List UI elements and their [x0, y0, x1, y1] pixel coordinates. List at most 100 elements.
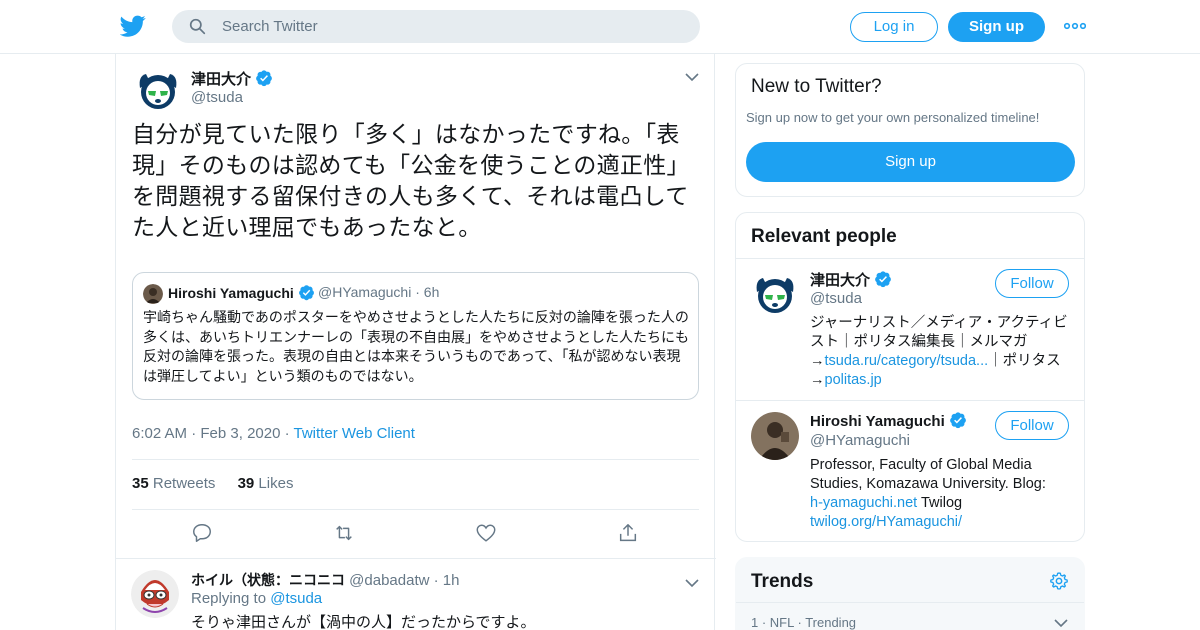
- author-name[interactable]: 津田大介: [191, 68, 273, 89]
- verified-badge-icon: [949, 412, 966, 429]
- tweet-date[interactable]: Feb 3, 2020: [200, 425, 280, 442]
- person-name[interactable]: Hiroshi Yamaguchi: [810, 411, 967, 430]
- verified-badge-icon: [256, 70, 272, 87]
- bio-link[interactable]: politas.jp: [825, 372, 882, 388]
- bio-text: Professor, Faculty of Global Media Studi…: [810, 457, 1046, 492]
- trend-status: Trending: [805, 615, 857, 630]
- share-icon[interactable]: [617, 522, 639, 544]
- bio-link[interactable]: twilog.org/HYamaguchi/: [810, 514, 962, 530]
- chevron-down-icon[interactable]: [1054, 618, 1068, 628]
- divider: [132, 459, 699, 460]
- mask-avatar-icon: [131, 570, 179, 618]
- follow-button[interactable]: Follow: [995, 269, 1069, 298]
- replying-to: Replying to @tsuda: [191, 590, 322, 607]
- chevron-down-icon[interactable]: [685, 72, 699, 82]
- bio-text: ジャーナリスト／メディア・アクティビスト｜ポリタス編集長｜メルマガ: [810, 315, 1068, 350]
- quote-author-name-text: Hiroshi Yamaguchi: [168, 285, 294, 301]
- reply-tweet[interactable]: ホイル（状態：ニコニコ @dabadatw · 1h Replying to @…: [116, 558, 716, 630]
- quote-meta: @HYamaguchi · 6h: [318, 284, 440, 300]
- tweet-time[interactable]: 6:02 AM: [132, 425, 187, 442]
- avatar[interactable]: [134, 66, 182, 114]
- reply-icon[interactable]: [191, 522, 213, 544]
- trend-rank: 1: [751, 615, 759, 630]
- top-navigation-bar: Log in Sign up: [0, 0, 1200, 54]
- likes-count: 39: [237, 475, 255, 492]
- new-to-twitter-title: New to Twitter?: [751, 76, 882, 97]
- search-box[interactable]: [172, 10, 700, 43]
- like-heart-icon[interactable]: [475, 522, 497, 544]
- replying-to-label: Replying to: [191, 590, 267, 607]
- login-button[interactable]: Log in: [850, 12, 938, 42]
- trend-item[interactable]: 1 · NFL · Trending: [751, 615, 856, 630]
- quote-author-name: Hiroshi Yamaguchi: [168, 284, 315, 301]
- tweet-column: 津田大介 @tsuda 自分が見ていた限り「多く」はなかったですね。「表現」その…: [115, 54, 716, 630]
- quote-handle: @HYamaguchi: [318, 284, 412, 300]
- divider: [132, 509, 699, 510]
- person-handle[interactable]: @HYamaguchi: [810, 432, 910, 449]
- sidebar-signup-button[interactable]: Sign up: [746, 142, 1075, 182]
- twitter-bird-logo-icon[interactable]: [120, 13, 146, 39]
- tweet-text: 自分が見ていた限り「多く」はなかったですね。「表現」そのものは認めても「公金を使…: [132, 122, 690, 241]
- gear-icon[interactable]: [1049, 571, 1069, 591]
- author-name-text: 津田大介: [191, 70, 252, 88]
- new-to-twitter-subtitle: Sign up now to get your own personalized…: [746, 110, 1040, 125]
- replying-to-handle-link[interactable]: @tsuda: [270, 590, 322, 607]
- reply-handle[interactable]: @dabadatw: [349, 572, 429, 589]
- retweets-count: 35: [132, 475, 149, 492]
- reply-author-name[interactable]: ホイル（状態：ニコニコ: [191, 573, 345, 589]
- trends-card: Trends 1 · NFL · Trending: [735, 557, 1085, 630]
- trend-category: NFL: [769, 615, 794, 630]
- verified-badge-icon: [875, 271, 891, 288]
- retweets-stat[interactable]: 35 Retweets: [132, 475, 215, 492]
- bio-link[interactable]: tsuda.ru/category/tsuda...: [825, 353, 989, 369]
- tweet-actions: [116, 520, 716, 550]
- retweet-icon[interactable]: [333, 522, 355, 544]
- likes-stat[interactable]: 39 Likes: [238, 475, 294, 492]
- tweet-timestamp: 6:02 AM · Feb 3, 2020 · Twitter Web Clie…: [132, 425, 415, 442]
- bio-text: ｜ポリタス: [988, 353, 1061, 369]
- person-bio: ジャーナリスト／メディア・アクティビスト｜ポリタス編集長｜メルマガ →tsuda.…: [810, 314, 1075, 390]
- tweet-source-link[interactable]: Twitter Web Client: [294, 425, 415, 442]
- bio-text: Twilog: [920, 495, 963, 511]
- retweets-label: Retweets: [152, 475, 216, 492]
- person-name[interactable]: 津田大介: [810, 269, 892, 290]
- signup-button[interactable]: Sign up: [948, 12, 1045, 42]
- trends-title: Trends: [751, 571, 814, 592]
- reply-age[interactable]: 1h: [443, 572, 460, 589]
- relevant-people-card: Relevant people 津田大介 @tsuda Follow ジャーナリ…: [735, 212, 1085, 542]
- chevron-down-icon[interactable]: [685, 578, 699, 588]
- photo-avatar-icon: [751, 412, 799, 460]
- reply-avatar[interactable]: [131, 570, 179, 618]
- quote-text: 宇崎ちゃん騒動であのポスターをやめさせようとした人たちに反対の論陣を張った人の多…: [143, 310, 689, 385]
- verified-badge-icon: [298, 285, 314, 301]
- person-bio: Professor, Faculty of Global Media Studi…: [810, 456, 1075, 532]
- divider: [736, 602, 1084, 603]
- bio-link[interactable]: h-yamaguchi.net: [810, 495, 917, 511]
- avatar[interactable]: [751, 412, 799, 460]
- photo-avatar-icon: [143, 284, 163, 304]
- likes-label: Likes: [258, 475, 294, 492]
- person-handle[interactable]: @tsuda: [810, 290, 862, 307]
- author-handle[interactable]: @tsuda: [191, 89, 243, 106]
- person-item[interactable]: Hiroshi Yamaguchi @HYamaguchi Follow Pro…: [736, 401, 1084, 541]
- more-options-icon[interactable]: [1064, 18, 1086, 34]
- quoted-tweet[interactable]: Hiroshi Yamaguchi @HYamaguchi · 6h 宇崎ちゃん…: [132, 272, 699, 400]
- person-name-text: 津田大介: [810, 271, 871, 289]
- napster-avatar-icon: [751, 270, 799, 318]
- bio-arrow: →: [810, 353, 825, 369]
- person-item[interactable]: 津田大介 @tsuda Follow ジャーナリスト／メディア・アクティビスト｜…: [736, 259, 1084, 401]
- quote-avatar: [143, 284, 163, 304]
- search-input[interactable]: [222, 10, 682, 43]
- quote-age: 6h: [423, 284, 440, 300]
- avatar[interactable]: [751, 270, 799, 318]
- reply-text: そりゃ津田さんが【渦中の人】だったからですよ。: [191, 613, 536, 630]
- follow-button[interactable]: Follow: [995, 411, 1069, 440]
- tweet-stats: 35 Retweets 39 Likes: [132, 475, 311, 492]
- person-name-text: Hiroshi Yamaguchi: [810, 413, 945, 430]
- new-to-twitter-card: New to Twitter? Sign up now to get your …: [735, 63, 1085, 197]
- search-icon: [189, 18, 206, 35]
- relevant-people-title: Relevant people: [751, 226, 897, 247]
- reply-header: ホイル（状態：ニコニコ @dabadatw · 1h: [191, 572, 460, 589]
- napster-avatar-icon: [134, 66, 182, 114]
- bio-arrow: →: [810, 372, 825, 388]
